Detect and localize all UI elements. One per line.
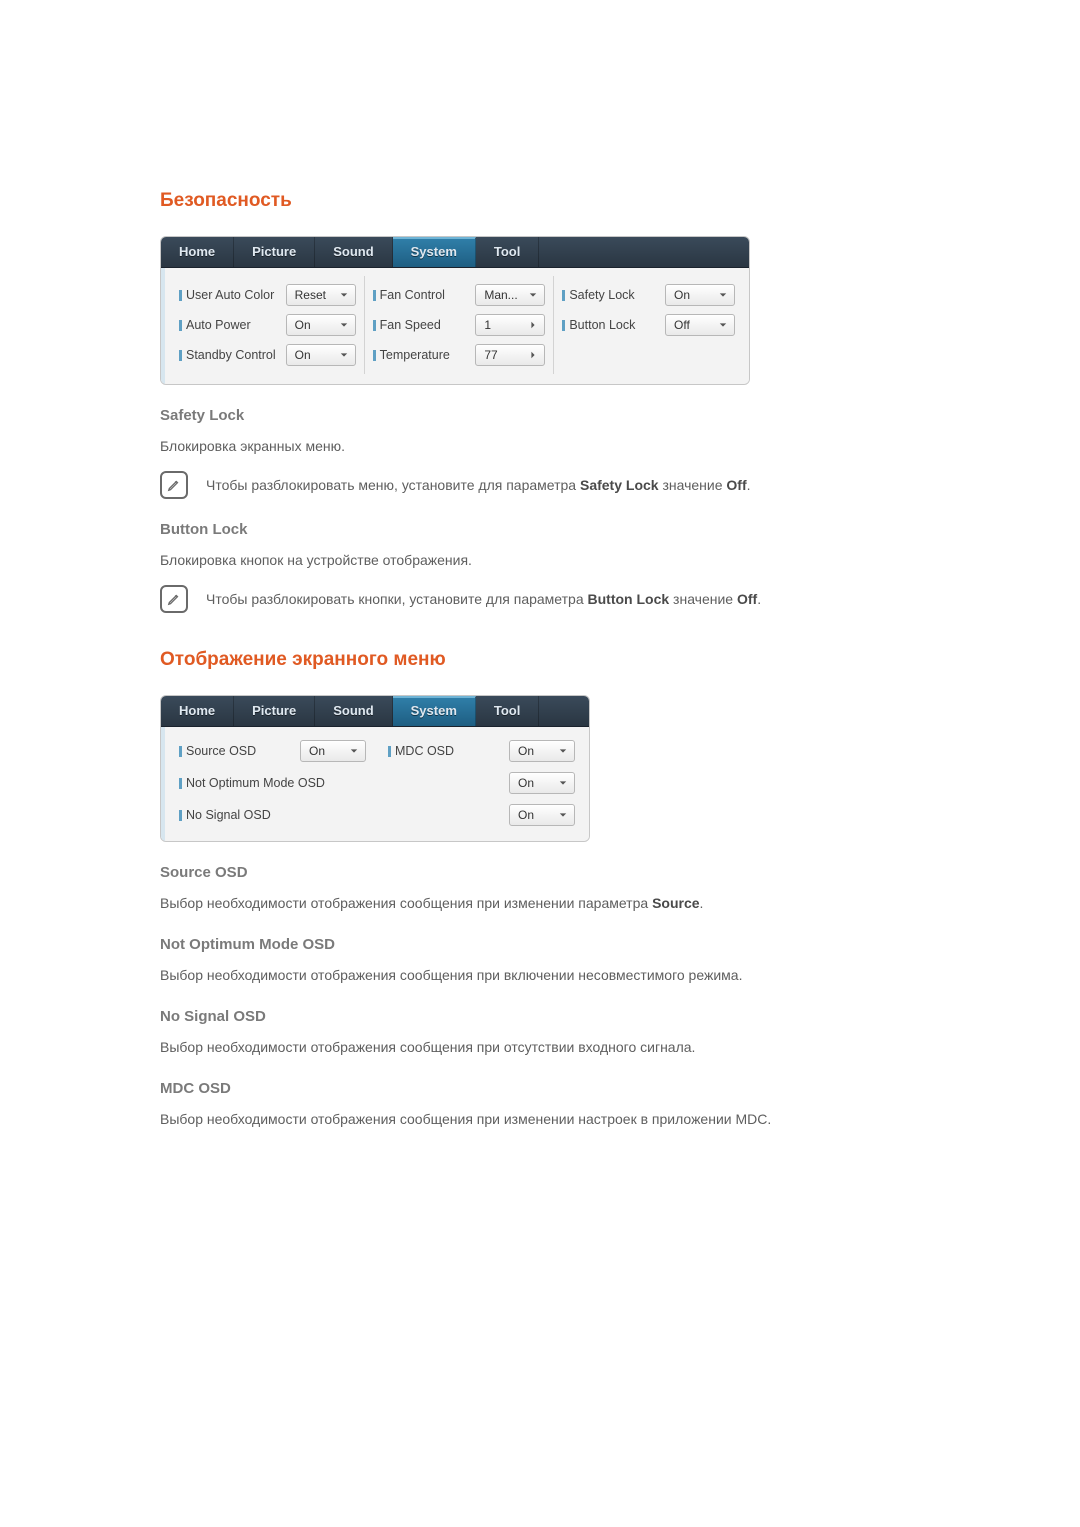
note-safety-lock: Чтобы разблокировать меню, установите дл… [160, 471, 920, 499]
tab-home[interactable]: Home [161, 237, 234, 267]
chevron-down-icon [556, 744, 570, 758]
chevron-down-icon [337, 318, 351, 332]
pencil-icon [160, 471, 188, 499]
security-panel-col-1: User Auto Color Reset Auto Power On Stan… [171, 276, 365, 374]
dropdown-value: On [295, 318, 311, 332]
dropdown-value: Off [674, 318, 690, 332]
spinner-fan-speed[interactable]: 1 [475, 314, 545, 336]
dropdown-standby-control[interactable]: On [286, 344, 356, 366]
chevron-down-icon [716, 288, 730, 302]
safety-lock-desc: Блокировка экранных меню. [160, 436, 920, 457]
security-panel-col-2: Fan Control Man... Fan Speed 1 Temperatu… [365, 276, 555, 374]
pencil-icon [160, 585, 188, 613]
source-osd-desc: Выбор необходимости отображения сообщени… [160, 893, 920, 914]
tab-system[interactable]: System [393, 237, 476, 267]
dropdown-value: On [674, 288, 690, 302]
spinner-temperature[interactable]: 77 [475, 344, 545, 366]
dropdown-source-osd[interactable]: On [300, 740, 366, 762]
dropdown-button-lock[interactable]: Off [665, 314, 735, 336]
dropdown-no-signal-osd[interactable]: On [509, 804, 575, 826]
heading-no-signal-osd: No Signal OSD [160, 1008, 920, 1025]
dropdown-fan-control[interactable]: Man... [475, 284, 545, 306]
dropdown-safety-lock[interactable]: On [665, 284, 735, 306]
dropdown-value: On [518, 776, 534, 790]
dropdown-value: On [295, 348, 311, 362]
label-no-signal-osd: No Signal OSD [179, 808, 271, 822]
heading-source-osd: Source OSD [160, 864, 920, 881]
chevron-right-icon [526, 318, 540, 332]
not-optimum-osd-desc: Выбор необходимости отображения сообщени… [160, 965, 920, 986]
security-panel-col-3: Safety Lock On Button Lock Off [554, 276, 743, 374]
label-source-osd: Source OSD [179, 744, 256, 758]
note-text: Чтобы разблокировать кнопки, установите … [206, 591, 761, 607]
chevron-down-icon [526, 288, 540, 302]
tab-sound[interactable]: Sound [315, 237, 392, 267]
tab-home[interactable]: Home [161, 696, 234, 726]
no-signal-osd-desc: Выбор необходимости отображения сообщени… [160, 1037, 920, 1058]
tabbar-security: Home Picture Sound System Tool [161, 237, 749, 268]
heading-button-lock: Button Lock [160, 521, 920, 538]
tab-tool[interactable]: Tool [476, 237, 539, 267]
label-temperature: Temperature [373, 348, 450, 362]
dropdown-user-auto-color[interactable]: Reset [286, 284, 356, 306]
dropdown-mdc-osd[interactable]: On [509, 740, 575, 762]
dropdown-value: Reset [295, 288, 326, 302]
spinner-value: 1 [484, 318, 491, 332]
chevron-down-icon [556, 808, 570, 822]
note-button-lock: Чтобы разблокировать кнопки, установите … [160, 585, 920, 613]
chevron-down-icon [716, 318, 730, 332]
label-fan-speed: Fan Speed [373, 318, 441, 332]
note-text: Чтобы разблокировать меню, установите дл… [206, 477, 751, 493]
label-fan-control: Fan Control [373, 288, 445, 302]
security-panel: Home Picture Sound System Tool User Auto… [160, 236, 750, 385]
label-button-lock: Button Lock [562, 318, 635, 332]
button-lock-desc: Блокировка кнопок на устройстве отображе… [160, 550, 920, 571]
dropdown-auto-power[interactable]: On [286, 314, 356, 336]
dropdown-value: On [309, 744, 325, 758]
heading-safety-lock: Safety Lock [160, 407, 920, 424]
label-user-auto-color: User Auto Color [179, 288, 274, 302]
chevron-down-icon [347, 744, 361, 758]
tab-picture[interactable]: Picture [234, 237, 315, 267]
tab-sound[interactable]: Sound [315, 696, 392, 726]
label-auto-power: Auto Power [179, 318, 251, 332]
chevron-down-icon [556, 776, 570, 790]
dropdown-value: Man... [484, 288, 517, 302]
chevron-down-icon [337, 348, 351, 362]
tabbar-osd: Home Picture Sound System Tool [161, 696, 589, 727]
tab-system[interactable]: System [393, 696, 476, 726]
dropdown-not-optimum-osd[interactable]: On [509, 772, 575, 794]
dropdown-value: On [518, 744, 534, 758]
label-standby-control: Standby Control [179, 348, 276, 362]
tab-picture[interactable]: Picture [234, 696, 315, 726]
section-title-security: Безопасность [160, 190, 920, 212]
spinner-value: 77 [484, 348, 497, 362]
chevron-right-icon [526, 348, 540, 362]
mdc-osd-desc: Выбор необходимости отображения сообщени… [160, 1109, 920, 1130]
section-title-osd: Отображение экранного меню [160, 649, 920, 671]
label-safety-lock: Safety Lock [562, 288, 634, 302]
heading-mdc-osd: MDC OSD [160, 1080, 920, 1097]
tab-tool[interactable]: Tool [476, 696, 539, 726]
label-not-optimum-osd: Not Optimum Mode OSD [179, 776, 325, 790]
osd-panel: Home Picture Sound System Tool Source OS… [160, 695, 590, 842]
heading-not-optimum-osd: Not Optimum Mode OSD [160, 936, 920, 953]
dropdown-value: On [518, 808, 534, 822]
chevron-down-icon [337, 288, 351, 302]
label-mdc-osd: MDC OSD [388, 744, 454, 758]
